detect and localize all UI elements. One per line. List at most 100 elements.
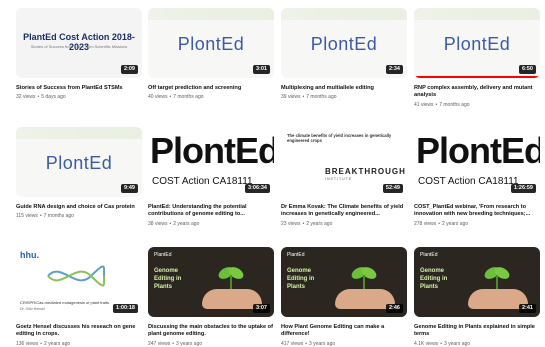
video-thumbnail[interactable]: PlontEd 9:49 [16,127,142,197]
video-title[interactable]: Dr Emma Kovak: The Climate benefits of y… [281,204,407,219]
thumbnail-logo: PlontEd [150,130,274,171]
thumbnail-subtitle: INSTITUTE [325,177,353,181]
video-title[interactable]: COST_PlantEd webinar, 'From research to … [414,204,540,219]
thumbnail-subtitle: COST Action CA18111 [152,176,253,187]
video-duration: 3:07 [252,304,270,313]
video-duration: 2:46 [385,304,403,313]
video-card[interactable]: The climate benefits of yield increases … [281,127,407,227]
thumbnail-logo: hhu. [20,250,39,260]
video-meta: 247 views • 3 years ago [148,341,274,347]
view-count: 247 views [148,340,171,347]
video-title[interactable]: How Plant Genome Editing can make a diff… [281,324,407,339]
video-thumbnail[interactable]: PlantEd Genome Editing in Plants 2:46 [281,247,407,317]
view-count: 115 views [16,213,38,220]
upload-age: 2 years ago [442,220,469,227]
video-title[interactable]: Multiplexing and multiallele editing [281,85,407,92]
video-thumbnail[interactable]: PlontEd 6:50 [414,8,540,78]
video-card[interactable]: PlantEd Genome Editing in Plants 3:07 Dis… [148,247,274,347]
plant-icon [351,267,377,289]
video-meta: 4.1K views • 3 years ago [414,341,540,347]
plant-icon [218,267,244,289]
upload-age: 2 years ago [306,220,333,227]
video-title[interactable]: RNP complex assembly, delivery and mutan… [414,85,540,100]
thumbnail-title: Genome Editing in Plants [420,268,448,290]
video-card[interactable]: PlontEd 6:50 RNP complex assembly, deliver… [414,8,540,108]
video-thumbnail[interactable]: PlontEd 3:01 [148,8,274,78]
video-meta: 115 views • 7 months ago [16,213,142,219]
upload-age: 7 months ago [43,213,74,220]
upload-age: 7 months ago [439,101,470,108]
video-thumbnail[interactable]: PlontEd COST Action CA18111 3:06:34 [148,127,274,197]
upload-age: 2 years ago [44,340,71,347]
video-meta: 136 views • 2 years ago [16,341,142,347]
thumbnail-logo: PlontEd [177,34,245,54]
upload-age: 5 days ago [41,94,66,101]
video-meta: 23 views • 2 years ago [281,221,407,227]
video-duration: 2:34 [385,65,403,74]
video-card[interactable]: PlontEd 3:01 Off target prediction and scr… [148,8,274,100]
video-card[interactable]: PlontEd 2:34 Multiplexing and multiallele … [281,8,407,100]
thumbnail-title: CRISPR/Cas-mediated mutagenesis of plant… [20,300,109,305]
watch-progress-bar [414,76,540,78]
upload-age: 3 years ago [176,340,203,347]
video-title[interactable]: PlantEd: Understanding the potential con… [148,204,274,219]
upload-age: 3 years ago [309,340,336,347]
video-meta: 39 views • 7 months ago [281,94,407,100]
thumbnail-title: Genome Editing in Plants [154,268,182,290]
video-title[interactable]: Genome Editing in Plants explained in si… [414,324,540,339]
video-card[interactable]: hhu. CRISPR/Cas-mediated mutagenesis of … [16,247,142,347]
video-duration: 3:06:34 [245,184,270,193]
video-card[interactable]: PlontEd 9:49 Guide RNA design and choice o… [16,127,142,219]
video-card[interactable]: PlontEd COST Action CA18111 1:26:59 COST_P… [414,127,540,227]
video-card[interactable]: PlantEd Genome Editing in Plants 2:46 How… [281,247,407,347]
view-count: 278 views [414,220,437,227]
video-card[interactable]: PlantEd Genome Editing in Plants 2:41 Gen… [414,247,540,347]
video-thumbnail[interactable]: PlontEd 2:34 [281,8,407,78]
video-title[interactable]: Off target prediction and screening [148,85,274,92]
video-duration: 9:49 [120,184,138,193]
video-meta: 417 views • 3 years ago [281,341,407,347]
video-meta: 40 views • 7 months ago [148,94,274,100]
thumbnail-logo: PlontEd [443,34,511,54]
video-thumbnail[interactable]: The climate benefits of yield increases … [281,127,407,197]
thumbnail-title: Genome Editing in Plants [287,268,315,290]
thumbnail-logo: PlantEd [287,252,305,258]
view-count: 4.1K views [414,340,439,347]
video-thumbnail[interactable]: PlontEd COST Action CA18111 1:26:59 [414,127,540,197]
video-meta: 41 views • 7 months ago [414,102,540,108]
video-duration: 2:41 [518,304,536,313]
thumbnail-logo: PlantEd [154,252,172,258]
thumbnail-subtitle: COST Action CA18111 [418,176,519,187]
video-title[interactable]: Stories of Success from PlantEd STSMs [16,85,142,92]
video-card[interactable]: PlantEd Cost Action 2018-2023 Stories of… [16,8,142,100]
video-card[interactable]: PlontEd COST Action CA18111 3:06:34 PlantE… [148,127,274,227]
video-duration: 52:49 [382,184,403,193]
video-thumbnail[interactable]: hhu. CRISPR/Cas-mediated mutagenesis of … [16,247,142,317]
view-count: 41 views [414,101,434,108]
video-title[interactable]: Discussing the main obstacles to the upt… [148,324,274,339]
view-count: 40 views [148,94,168,101]
view-count: 39 views [281,94,301,101]
plant-icon [484,267,510,289]
view-count: 417 views [281,340,304,347]
video-meta: 38 views • 2 years ago [148,221,274,227]
view-count: 23 views [281,220,301,227]
thumbnail-title: The climate benefits of yield increases … [287,133,392,143]
video-thumbnail[interactable]: PlantEd Genome Editing in Plants 2:41 [414,247,540,317]
video-thumbnail[interactable]: PlantEd Genome Editing in Plants 3:07 [148,247,274,317]
thumbnail-logo: BREAKTHROUGH [325,167,406,176]
video-grid: PlantEd Cost Action 2018-2023 Stories of… [16,0,545,347]
thumbnail-subtitle: Dr. Götz Hensel [20,307,45,311]
video-title[interactable]: Goetz Hensel discusses his reseach on ge… [16,324,142,339]
video-meta: 32 views • 5 days ago [16,94,142,100]
dna-icon [47,265,106,287]
video-title[interactable]: Guide RNA design and choice of Cas prote… [16,204,142,211]
thumbnail-subtitle: Stories of Success from Short Term Scien… [30,44,128,49]
view-count: 38 views [148,220,168,227]
video-thumbnail[interactable]: PlantEd Cost Action 2018-2023 Stories of… [16,8,142,78]
upload-age: 3 years ago [443,340,471,347]
upload-age: 2 years ago [173,220,200,227]
video-duration: 2:09 [120,65,138,74]
video-meta: 278 views • 2 years ago [414,221,540,227]
thumbnail-title: PlantEd Cost Action 2018-2023 [23,32,135,52]
